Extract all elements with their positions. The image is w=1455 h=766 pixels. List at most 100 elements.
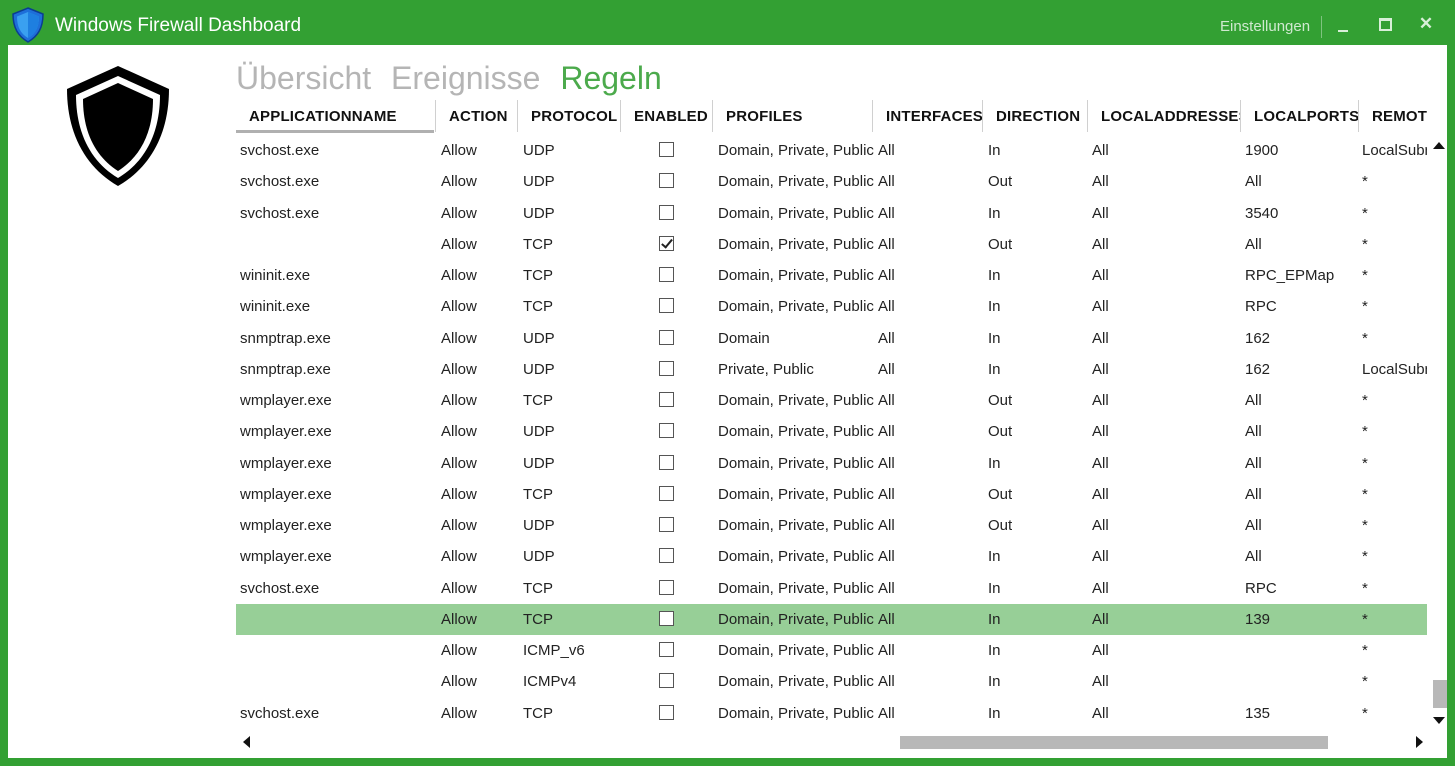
- tab-regeln[interactable]: Regeln: [560, 60, 661, 96]
- table-row[interactable]: wmplayer.exe Allow UDP Domain, Private, Pub…: [236, 448, 1427, 479]
- cell-protocol: UDP: [523, 517, 555, 534]
- enabled-checkbox[interactable]: [659, 611, 674, 626]
- shield-logo-icon: [67, 66, 169, 186]
- enabled-checkbox[interactable]: [659, 236, 674, 251]
- enabled-checkbox[interactable]: [659, 455, 674, 470]
- settings-link[interactable]: Einstellungen: [1220, 18, 1310, 35]
- column-header-localports[interactable]: LOCALPORTS: [1241, 100, 1359, 132]
- vertical-scrollbar[interactable]: [1427, 134, 1447, 734]
- column-header-remote[interactable]: REMOTEA: [1359, 100, 1427, 132]
- enabled-checkbox[interactable]: [659, 361, 674, 376]
- table-row[interactable]: snmptrap.exe Allow UDP Domain All In All 162 *: [236, 323, 1427, 354]
- table-row[interactable]: wmplayer.exe Allow UDP Domain, Private, Pub…: [236, 416, 1427, 447]
- column-header-protocol[interactable]: PROTOCOL: [518, 100, 621, 132]
- table-row[interactable]: svchost.exe Allow TCP Domain, Private, Publ…: [236, 698, 1427, 729]
- table-row[interactable]: wininit.exe Allow TCP Domain, Private, Publ…: [236, 291, 1427, 322]
- table-row[interactable]: wmplayer.exe Allow TCP Domain, Private, Pub…: [236, 385, 1427, 416]
- table-header: APPLICATIONNAME ACTION PROTOCOL ENABLED PROF…: [228, 100, 1427, 132]
- table-row[interactable]: Allow ICMP_v6 Domain, Private, Public All In…: [236, 635, 1427, 666]
- cell-interfaces: All: [878, 423, 895, 440]
- cell-localaddresses: All: [1092, 205, 1109, 222]
- horizontal-scrollbar[interactable]: [236, 730, 1436, 752]
- scroll-down-arrow-icon[interactable]: [1433, 717, 1445, 724]
- table-row[interactable]: Allow ICMPv4 Domain, Private, Public All In A…: [236, 666, 1427, 697]
- cell-profiles: Domain, Private, Public: [718, 517, 874, 534]
- enabled-checkbox[interactable]: [659, 298, 674, 313]
- enabled-checkbox[interactable]: [659, 642, 674, 657]
- cell-localports: 162: [1245, 361, 1271, 378]
- cell-action: Allow: [441, 330, 477, 347]
- cell-profiles: Domain, Private, Public: [718, 267, 874, 284]
- table-row[interactable]: wmplayer.exe Allow UDP Domain, Private, Pub…: [236, 541, 1427, 572]
- enabled-checkbox[interactable]: [659, 423, 674, 438]
- vertical-scroll-thumb[interactable]: [1433, 680, 1447, 708]
- table-row[interactable]: Allow TCP Domain, Private, Public All Out All…: [236, 229, 1427, 260]
- table-row[interactable]: wmplayer.exe Allow UDP Domain, Private, Pub…: [236, 510, 1427, 541]
- table-row[interactable]: snmptrap.exe Allow UDP Private, Public All In…: [236, 354, 1427, 385]
- cell-direction: In: [988, 548, 1001, 565]
- cell-action: Allow: [441, 267, 477, 284]
- table-row[interactable]: svchost.exe Allow UDP Domain, Private, Publ…: [236, 135, 1427, 166]
- cell-interfaces: All: [878, 392, 895, 409]
- cell-protocol: TCP: [523, 236, 553, 253]
- cell-direction: In: [988, 205, 1001, 222]
- enabled-checkbox[interactable]: [659, 548, 674, 563]
- cell-applicationname: wmplayer.exe: [240, 392, 332, 409]
- column-header-localaddresses[interactable]: LOCALADDRESSES: [1088, 100, 1241, 132]
- cell-remote: *: [1362, 486, 1368, 503]
- cell-profiles: Domain, Private, Public: [718, 548, 874, 565]
- scroll-right-arrow-icon[interactable]: [1416, 736, 1423, 748]
- table-row[interactable]: svchost.exe Allow UDP Domain, Private, Publ…: [236, 166, 1427, 197]
- cell-localports: All: [1245, 392, 1262, 409]
- enabled-checkbox[interactable]: [659, 673, 674, 688]
- scroll-up-arrow-icon[interactable]: [1433, 142, 1445, 149]
- cell-action: Allow: [441, 142, 477, 159]
- table-row[interactable]: wmplayer.exe Allow TCP Domain, Private, Pub…: [236, 479, 1427, 510]
- enabled-checkbox[interactable]: [659, 580, 674, 595]
- enabled-checkbox[interactable]: [659, 173, 674, 188]
- cell-localaddresses: All: [1092, 486, 1109, 503]
- close-button[interactable]: ✕: [1409, 9, 1443, 39]
- cell-protocol: TCP: [523, 486, 553, 503]
- cell-applicationname: snmptrap.exe: [240, 361, 331, 378]
- enabled-checkbox[interactable]: [659, 330, 674, 345]
- enabled-checkbox[interactable]: [659, 392, 674, 407]
- column-header-direction[interactable]: DIRECTION: [983, 100, 1088, 132]
- column-header-enabled[interactable]: ENABLED: [621, 100, 713, 132]
- maximize-button[interactable]: [1367, 9, 1401, 39]
- tab-ereignisse[interactable]: Ereignisse: [391, 60, 540, 96]
- enabled-checkbox[interactable]: [659, 486, 674, 501]
- cell-applicationname: svchost.exe: [240, 580, 320, 597]
- column-header-interfaces[interactable]: INTERFACES: [873, 100, 983, 132]
- table-row[interactable]: svchost.exe Allow UDP Domain, Private, Publ…: [236, 198, 1427, 229]
- cell-applicationname: svchost.exe: [240, 205, 320, 222]
- cell-direction: Out: [988, 392, 1013, 409]
- table-row[interactable]: Allow TCP Domain, Private, Public All In All 1…: [236, 604, 1427, 635]
- horizontal-scroll-thumb[interactable]: [900, 736, 1328, 749]
- enabled-checkbox[interactable]: [659, 267, 674, 282]
- enabled-checkbox[interactable]: [659, 517, 674, 532]
- cell-profiles: Domain, Private, Public: [718, 298, 874, 315]
- cell-localaddresses: All: [1092, 236, 1109, 253]
- cell-profiles: Domain, Private, Public: [718, 705, 874, 722]
- title-bar[interactable]: Windows Firewall Dashboard Einstellungen…: [8, 0, 1447, 45]
- column-header-applicationname[interactable]: APPLICATIONNAME: [236, 100, 436, 132]
- cell-interfaces: All: [878, 548, 895, 565]
- enabled-checkbox[interactable]: [659, 705, 674, 720]
- table-row[interactable]: wininit.exe Allow TCP Domain, Private, Publ…: [236, 260, 1427, 291]
- cell-action: Allow: [441, 455, 477, 472]
- minimize-button[interactable]: [1326, 9, 1360, 39]
- cell-direction: In: [988, 330, 1001, 347]
- enabled-checkbox[interactable]: [659, 142, 674, 157]
- table-row[interactable]: svchost.exe Allow TCP Domain, Private, Publ…: [236, 573, 1427, 604]
- column-header-action[interactable]: ACTION: [436, 100, 518, 132]
- scroll-left-arrow-icon[interactable]: [243, 736, 250, 748]
- cell-profiles: Private, Public: [718, 361, 814, 378]
- cell-direction: In: [988, 673, 1001, 690]
- cell-remote: *: [1362, 611, 1368, 628]
- cell-localports: All: [1245, 455, 1262, 472]
- column-header-profiles[interactable]: PROFILES: [713, 100, 873, 132]
- tab-uebersicht[interactable]: Übersicht: [236, 60, 371, 96]
- cell-localaddresses: All: [1092, 361, 1109, 378]
- enabled-checkbox[interactable]: [659, 205, 674, 220]
